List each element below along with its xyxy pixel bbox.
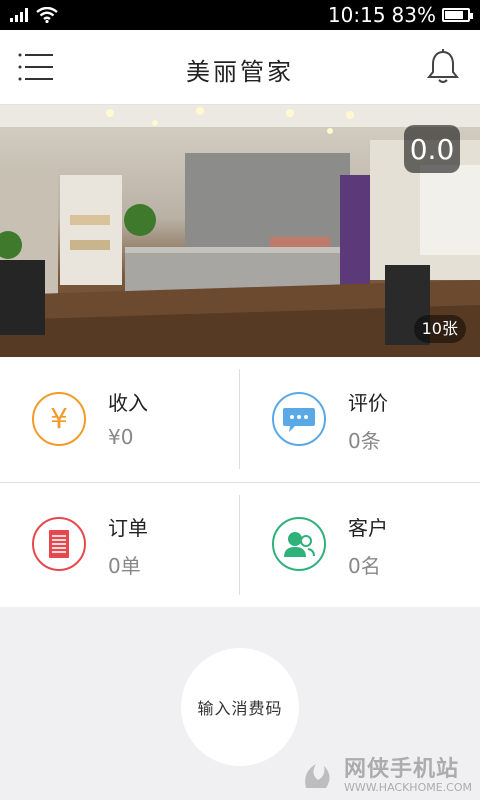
review-value: 0条 [348, 429, 381, 453]
clock: 10:15 [327, 3, 386, 27]
photo-count-badge[interactable]: 10张 [413, 315, 466, 343]
chat-bubble-icon [272, 392, 326, 446]
hackhome-logo-icon [305, 763, 330, 788]
bell-icon[interactable] [426, 49, 460, 85]
salon-photo[interactable]: 0.0 10张 [0, 105, 480, 357]
customer-card[interactable]: 客户 0名 [240, 482, 480, 607]
review-card[interactable]: 评价 0条 [240, 357, 480, 482]
rating-badge: 0.0 [404, 125, 460, 173]
review-label: 评价 [348, 391, 388, 415]
customers-icon [272, 517, 326, 571]
customer-label: 客户 [348, 516, 388, 540]
income-value: ¥0 [108, 425, 134, 449]
page-title: 美丽管家 [186, 58, 294, 86]
order-label: 订单 [108, 516, 148, 540]
yuan-icon: ¥ [32, 392, 86, 446]
battery-percent: 83% [391, 3, 436, 27]
watermark: 网侠手机站 WWW.HACKHOME.COM [300, 756, 472, 794]
order-value: 0单 [108, 554, 141, 578]
watermark-name: 网侠手机站 [343, 756, 459, 782]
battery-icon [442, 8, 473, 22]
app-header: 美丽管家 [0, 30, 480, 105]
status-bar: 10:15 83% [0, 0, 480, 30]
order-card[interactable]: 订单 0单 [0, 482, 240, 607]
customer-value: 0名 [348, 554, 381, 578]
yuan-symbol: ¥ [50, 402, 68, 435]
income-label: 收入 [108, 391, 148, 415]
signal-icon [10, 8, 28, 22]
document-icon [32, 517, 86, 571]
enter-code-button[interactable]: 输入消费码 [181, 648, 299, 766]
watermark-url: WWW.HACKHOME.COM [343, 780, 472, 794]
income-card[interactable]: ¥ 收入 ¥0 [0, 357, 240, 482]
wifi-icon [36, 7, 58, 23]
stats-panel: ¥ 收入 ¥0 评价 0条 订单 0单 客户 0名 [0, 357, 480, 607]
